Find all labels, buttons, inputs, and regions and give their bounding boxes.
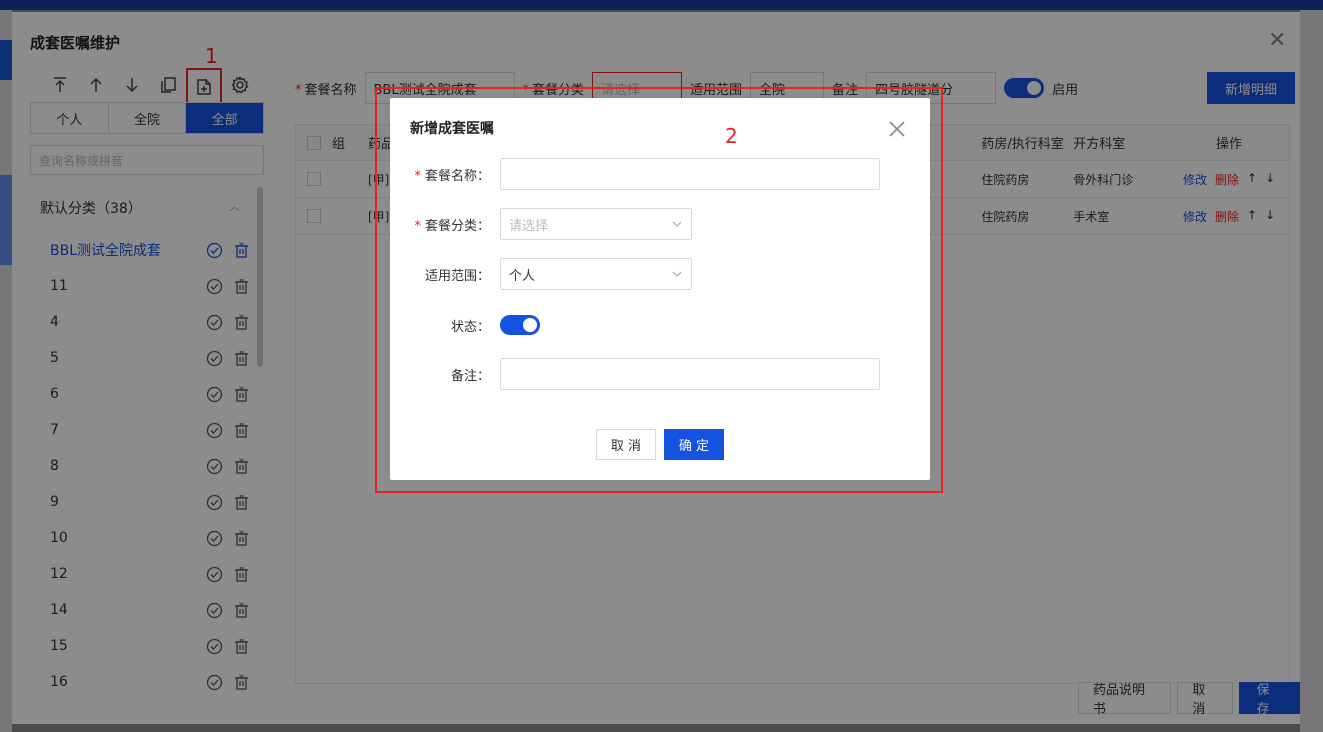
form-row-status: 状态： [390, 309, 930, 341]
category-placeholder: 请选择 [509, 218, 549, 234]
status-toggle[interactable] [500, 315, 540, 335]
annotation-marker-2: 2 [725, 124, 738, 148]
dialog-buttons: 取 消 确 定 [596, 429, 724, 460]
scope-label: 适用范围： [424, 268, 490, 284]
form-row-remark: 备注： [390, 358, 930, 390]
form-row-scope: 适用范围： 个人 [390, 258, 930, 290]
chevron-down-icon [672, 221, 682, 227]
status-label: 状态： [450, 319, 490, 335]
package-name-input[interactable] [500, 158, 880, 190]
confirm-button[interactable]: 确 定 [664, 429, 724, 460]
category-label: 套餐分类： [424, 218, 490, 234]
dialog-title: 新增成套医嘱 [410, 121, 494, 137]
remark-input[interactable] [500, 358, 880, 390]
chevron-down-icon [672, 271, 682, 277]
scope-select[interactable]: 个人 [500, 258, 692, 290]
remark-label: 备注： [450, 368, 490, 384]
scope-value: 个人 [509, 268, 536, 284]
name-label: 套餐名称： [424, 168, 490, 184]
form-row-name: * 套餐名称： [390, 158, 930, 190]
category-select[interactable]: 请选择 [500, 208, 692, 240]
new-package-dialog: 新增成套医嘱 2 * 套餐名称： * 套餐分类： 请选择 适用范围： 个人 状态： … [390, 98, 930, 480]
close-icon[interactable] [886, 118, 908, 140]
cancel-button[interactable]: 取 消 [596, 429, 656, 460]
form-row-category: * 套餐分类： 请选择 [390, 208, 930, 240]
